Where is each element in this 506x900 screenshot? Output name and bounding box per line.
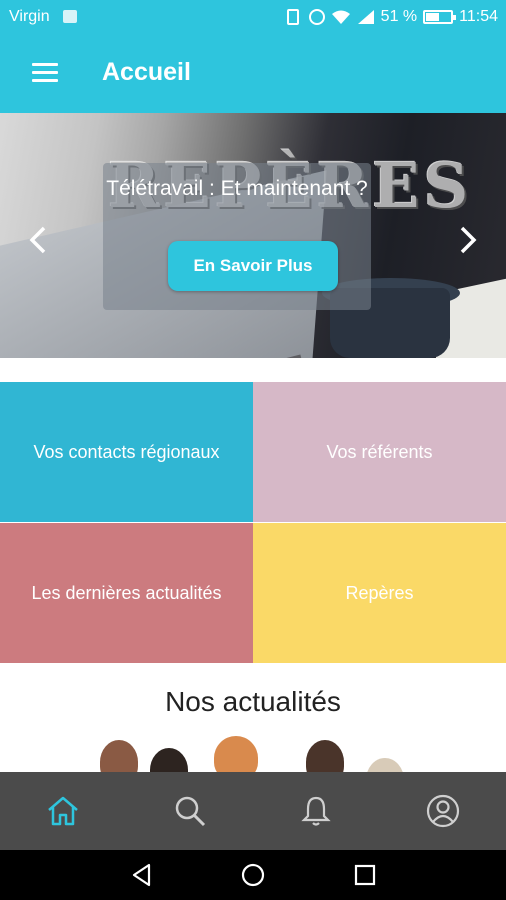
tile-regional-contacts[interactable]: Vos contacts régionaux — [0, 382, 253, 522]
status-icons: 51 % 11:54 — [283, 8, 498, 26]
bottom-navigation — [0, 772, 506, 850]
news-section-title: Nos actualités — [165, 686, 341, 717]
chevron-left-icon[interactable] — [28, 225, 48, 255]
recent-apps-icon[interactable] — [352, 862, 378, 888]
home-icon — [48, 796, 79, 826]
shortcut-grid: Vos contacts régionaux Vos référents Les… — [0, 382, 506, 663]
search-icon — [175, 796, 205, 827]
status-bar: Virgin 51 % 11:54 — [0, 0, 506, 36]
signal-icon — [357, 9, 375, 25]
app-bar: Accueil — [0, 36, 506, 113]
battery-icon — [423, 10, 457, 24]
bell-icon — [301, 796, 331, 826]
battery-percent: 51 % — [380, 8, 418, 25]
nav-search[interactable] — [127, 772, 254, 850]
chevron-right-icon[interactable] — [458, 225, 478, 255]
wifi-icon — [331, 9, 351, 25]
carrier-name: Virgin — [9, 8, 50, 25]
back-icon[interactable] — [129, 862, 155, 888]
system-navigation — [0, 850, 506, 900]
user-icon — [426, 794, 459, 828]
alarm-icon — [308, 9, 325, 25]
learn-more-button[interactable]: En Savoir Plus — [168, 241, 338, 291]
hero-carousel[interactable]: REPÈRES Télétravail : Et maintenant ? En… — [0, 113, 506, 358]
clock: 11:54 — [459, 8, 498, 25]
sim-icon — [63, 10, 77, 23]
carousel-caption: Télétravail : Et maintenant ? — [106, 177, 368, 200]
menu-icon[interactable] — [32, 63, 58, 83]
vibrate-icon — [286, 9, 299, 25]
tile-referents[interactable]: Vos référents — [253, 382, 506, 522]
nav-notifications[interactable] — [253, 772, 380, 850]
nav-profile[interactable] — [380, 772, 506, 850]
home-circle-icon[interactable] — [240, 862, 266, 888]
news-thumbnail[interactable] — [100, 736, 410, 772]
tile-latest-news[interactable]: Les dernières actualités — [0, 523, 253, 663]
battery-level — [426, 13, 440, 21]
page-title: Accueil — [102, 58, 191, 86]
nav-home[interactable] — [0, 772, 127, 850]
tile-reperes[interactable]: Repères — [253, 523, 506, 663]
